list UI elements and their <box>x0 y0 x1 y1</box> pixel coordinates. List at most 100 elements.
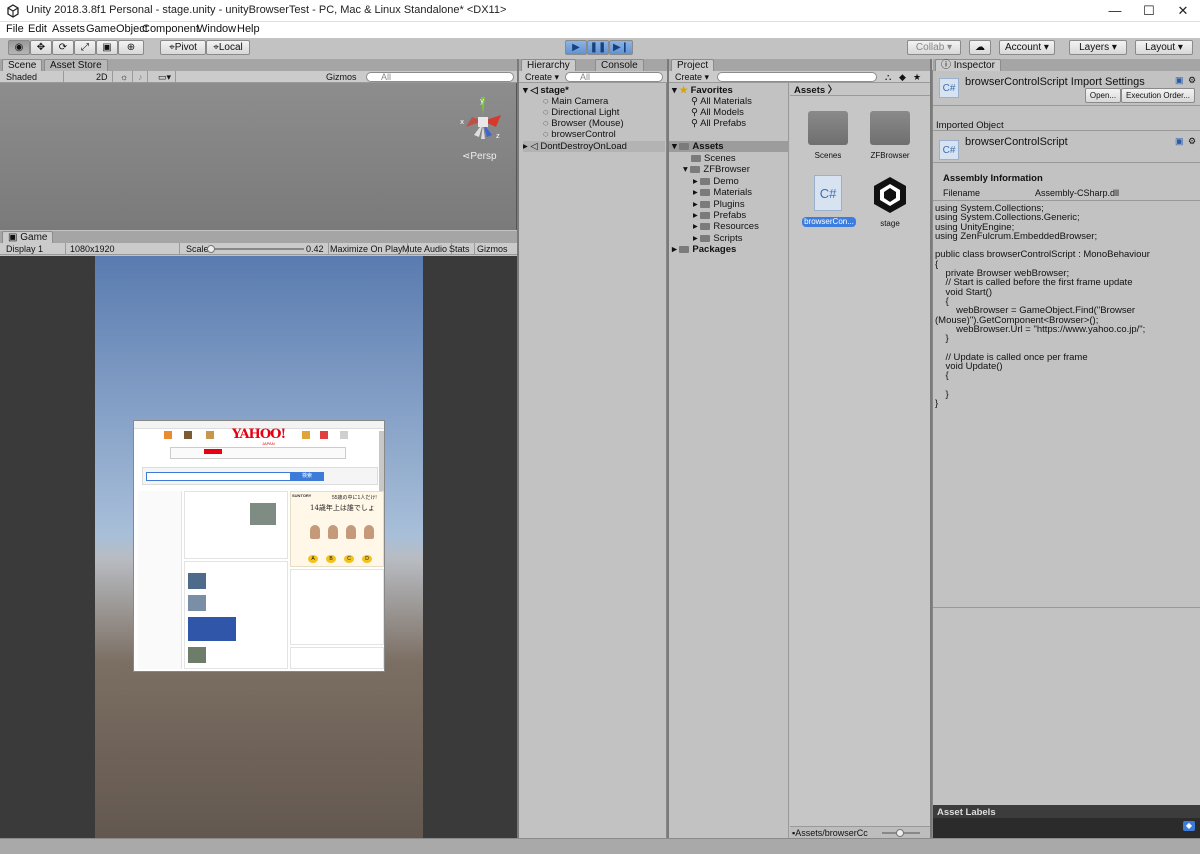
maximize-on-play-toggle[interactable]: Maximize On Play <box>326 243 408 255</box>
menu-component[interactable]: Component <box>142 23 199 35</box>
rect-tool-icon[interactable]: ▣ <box>96 40 118 55</box>
hierarchy-item[interactable]: ◌ Main Camera <box>543 96 608 107</box>
csharp-script-icon[interactable]: C# <box>814 175 842 211</box>
hierarchy-item[interactable]: ◌ Directional Light <box>543 107 619 118</box>
folder-icon[interactable] <box>870 111 910 145</box>
menu-assets[interactable]: Assets <box>52 23 85 35</box>
hierarchy-item[interactable]: ◌ Browser (Mouse) <box>543 118 624 129</box>
filter-label-icon[interactable]: ◆ <box>895 71 910 83</box>
execution-order-button[interactable]: Execution Order... <box>1121 88 1195 103</box>
resolution-dropdown[interactable]: 1080x1920 <box>66 243 180 255</box>
unity-scene-icon[interactable] <box>870 175 910 215</box>
scene-root-row[interactable]: ▾ ◁ stage* <box>523 85 569 96</box>
help-icon[interactable]: ▣ <box>1175 75 1184 86</box>
web-choice-a[interactable]: A <box>308 555 318 563</box>
scale-slider-handle[interactable] <box>207 245 215 253</box>
menu-file[interactable]: File <box>6 23 24 35</box>
web-search-button[interactable]: 検索 <box>290 472 324 481</box>
asset-labels-field[interactable] <box>933 818 1200 838</box>
hierarchy-search-input[interactable]: All <box>565 72 663 82</box>
close-button[interactable]: ✕ <box>1160 0 1200 22</box>
tab-scene[interactable]: Scene <box>2 59 43 71</box>
layers-dropdown[interactable]: Layers ▾ <box>1069 40 1127 55</box>
web-choice-c[interactable]: C <box>344 555 354 563</box>
scene-gizmos-dropdown[interactable]: Gizmos <box>322 71 361 83</box>
tab-hierarchy[interactable]: Hierarchy <box>521 59 576 71</box>
game-gizmos-dropdown[interactable]: Gizmos <box>473 243 512 255</box>
web-scrollbar[interactable] <box>379 431 384 491</box>
pane-divider[interactable] <box>930 59 932 838</box>
tree-item[interactable]: ▸ Demo <box>693 176 739 187</box>
step-button-icon[interactable]: ▶❙ <box>609 40 633 55</box>
web-left-nav[interactable] <box>138 491 182 669</box>
tree-item[interactable]: ▸ Prefabs <box>693 210 746 221</box>
settings-gear-icon[interactable]: ⚙ <box>1188 75 1196 86</box>
lighting-toggle-icon[interactable]: ☼ <box>116 71 134 83</box>
pane-divider[interactable] <box>517 59 519 838</box>
favorite-item[interactable]: ⚲ All Prefabs <box>691 118 746 129</box>
web-choice-d[interactable]: D <box>362 555 372 563</box>
tree-item[interactable]: ▸ Resources <box>693 221 759 232</box>
scene-view[interactable]: y x z ⋖Persp <box>0 83 517 230</box>
menu-window[interactable]: Window <box>197 23 236 35</box>
account-dropdown[interactable]: Account ▾ <box>999 40 1055 55</box>
folder-icon[interactable] <box>808 111 848 145</box>
mute-audio-toggle[interactable]: Mute Audio <box>398 243 453 255</box>
local-toggle[interactable]: ⌖Local <box>206 40 250 55</box>
web-choice-b[interactable]: B <box>326 555 336 563</box>
tree-item[interactable]: ▸ Plugins <box>693 199 745 210</box>
tree-item[interactable]: Scenes <box>691 153 736 164</box>
settings-gear-icon[interactable]: ⚙ <box>1188 136 1196 147</box>
tab-project[interactable]: Project <box>671 59 715 71</box>
help-icon[interactable]: ▣ <box>1175 136 1184 147</box>
tree-item[interactable]: ▸ Materials <box>693 187 752 198</box>
project-search-input[interactable] <box>717 72 877 82</box>
cloud-icon[interactable]: ☁ <box>969 40 991 55</box>
assets-row[interactable]: ▾ Assets <box>669 141 789 152</box>
favorites-row[interactable]: ▾ ★ Favorites <box>672 85 733 96</box>
stats-toggle[interactable]: Stats <box>445 243 475 255</box>
orientation-gizmo-icon[interactable]: y x z <box>458 93 508 153</box>
scale-slider[interactable] <box>208 248 304 250</box>
shading-mode-dropdown[interactable]: Shaded <box>2 71 64 83</box>
audio-toggle-icon[interactable]: ♪ <box>134 71 148 83</box>
move-tool-icon[interactable]: ✥ <box>30 40 52 55</box>
favorite-item[interactable]: ⚲ All Models <box>691 107 744 118</box>
project-create-dropdown[interactable]: Create ▾ <box>671 71 713 83</box>
icon-size-slider-handle[interactable] <box>896 829 904 837</box>
browser-render[interactable]: YAHOO! JAPAN 検索 SUNTORY 55歳の中に1人だけ! 14歳年… <box>133 420 385 672</box>
rotate-tool-icon[interactable]: ⟳ <box>52 40 74 55</box>
mode-2d-toggle[interactable]: 2D <box>92 71 113 83</box>
transform-tool-icon[interactable]: ⊕ <box>118 40 144 55</box>
display-dropdown[interactable]: Display 1 <box>2 243 66 255</box>
view-tool-eye-icon[interactable]: ◉ <box>8 40 30 55</box>
scene-search-input[interactable]: All <box>366 72 514 82</box>
pivot-toggle[interactable]: ⌖Pivot <box>160 40 206 55</box>
packages-row[interactable]: ▸ Packages <box>672 244 736 255</box>
tab-game[interactable]: ▣ Game <box>2 231 54 243</box>
menu-help[interactable]: Help <box>237 23 260 35</box>
hierarchy-item[interactable]: ◌ browserControl <box>543 129 616 140</box>
filter-type-icon[interactable]: ⛬ <box>881 71 895 83</box>
pause-button-icon[interactable]: ❚❚ <box>587 40 609 55</box>
play-button-icon[interactable]: ▶ <box>565 40 587 55</box>
layout-dropdown[interactable]: Layout ▾ <box>1135 40 1193 55</box>
web-search-input[interactable] <box>146 472 306 481</box>
effects-dropdown-icon[interactable]: ▭▾ <box>154 71 177 83</box>
dontdestroy-row[interactable]: ▸ ◁ DontDestroyOnLoad <box>523 141 665 152</box>
menu-edit[interactable]: Edit <box>28 23 47 35</box>
hierarchy-create-dropdown[interactable]: Create ▾ <box>521 71 563 83</box>
pane-divider[interactable] <box>667 59 669 838</box>
label-tag-icon[interactable]: ◆ <box>1183 821 1195 831</box>
tab-asset-store[interactable]: Asset Store <box>44 59 108 71</box>
tab-inspector[interactable]: ⓘ Inspector <box>935 59 1001 71</box>
tree-item[interactable]: ▸ Scripts <box>693 233 742 244</box>
favorite-star-icon[interactable]: ★ <box>909 71 925 83</box>
tab-console[interactable]: Console <box>595 59 644 71</box>
persp-label[interactable]: ⋖Persp <box>462 151 497 162</box>
open-button[interactable]: Open... <box>1085 88 1121 103</box>
menu-gameobject[interactable]: GameObject <box>86 23 148 35</box>
scale-tool-icon[interactable]: ⤢ <box>74 40 96 55</box>
tree-item[interactable]: ▾ ZFBrowser <box>683 164 750 175</box>
collab-button[interactable]: Collab ▾ <box>907 40 961 55</box>
